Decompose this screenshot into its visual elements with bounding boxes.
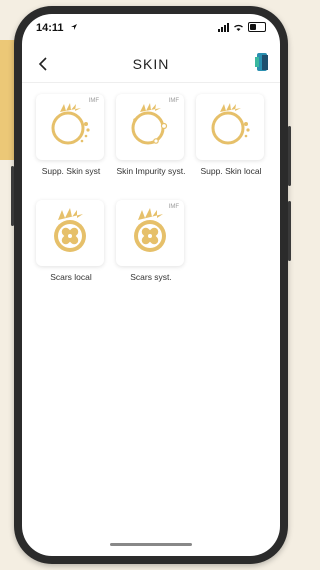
- sun-ring-icon: [211, 103, 250, 145]
- page-title: SKIN: [132, 56, 170, 72]
- status-time: 14:11: [36, 22, 64, 34]
- tile-card[interactable]: IMF: [36, 94, 104, 160]
- location-arrow-icon: [71, 24, 77, 30]
- tile-supp-skin-local[interactable]: Supp. Skin local: [196, 94, 266, 176]
- tile-supp-skin-syst[interactable]: IMF Supp. Skin syst: [36, 94, 106, 176]
- tile-card[interactable]: [196, 94, 264, 160]
- device-icon[interactable]: [252, 51, 272, 73]
- bandage-sun-icon: [134, 208, 166, 252]
- tile-card[interactable]: IMF: [116, 94, 184, 160]
- bandage-sun-icon: [54, 208, 86, 252]
- sun-ring-impurity-icon: [131, 103, 168, 145]
- battery-icon: [248, 22, 266, 32]
- tile-card[interactable]: [36, 200, 104, 266]
- tile-scars-local[interactable]: Scars local: [36, 200, 106, 282]
- tile-skin-impurity-syst[interactable]: IMF Skin Impurity syst.: [116, 94, 186, 176]
- tile-scars-syst[interactable]: IMF Scars syst.: [116, 200, 186, 282]
- signal-icon: [218, 22, 229, 32]
- app-screen: 14:11 SKIN IMF Supp. Skin syst IMF Skin …: [22, 14, 280, 556]
- tile-label: Skin Impurity syst.: [116, 166, 186, 176]
- app-header: SKIN: [22, 46, 280, 83]
- volume-up-button: [288, 126, 291, 186]
- tile-card[interactable]: IMF: [116, 200, 184, 266]
- volume-down-button: [288, 201, 291, 261]
- tile-label: Scars syst.: [130, 272, 172, 282]
- tile-label: Supp. Skin syst: [41, 166, 101, 176]
- tile-label: Supp. Skin local: [200, 166, 262, 176]
- sun-ring-icon: [51, 103, 90, 145]
- status-bar: 14:11: [22, 14, 280, 44]
- home-indicator[interactable]: [110, 543, 192, 546]
- wifi-icon: [234, 24, 243, 31]
- side-button: [11, 166, 14, 226]
- tile-label: Scars local: [50, 272, 92, 282]
